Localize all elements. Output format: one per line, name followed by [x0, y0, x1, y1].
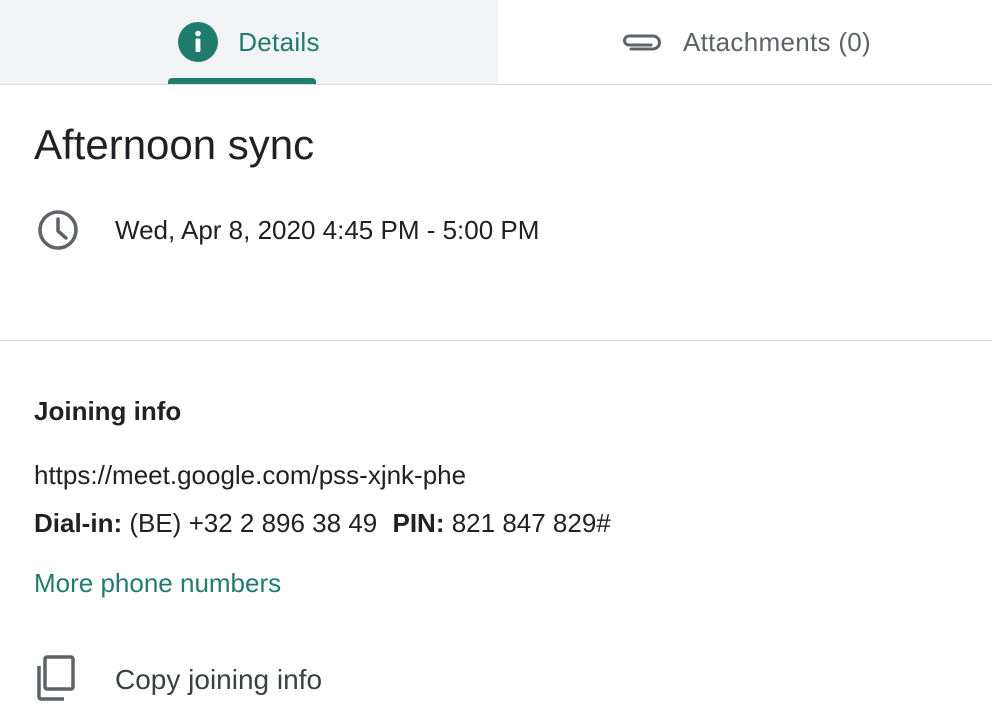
dial-in-number: (BE) +32 2 896 38 49	[129, 508, 378, 538]
tab-attachments-label: Attachments (0)	[682, 26, 871, 57]
event-time-row: Wed, Apr 8, 2020 4:45 PM - 5:00 PM	[36, 208, 539, 252]
copy-icon	[36, 654, 76, 707]
pin-value: 821 847 829#	[451, 508, 611, 538]
tab-details-label: Details	[238, 26, 320, 57]
meeting-url[interactable]: https://meet.google.com/pss-xjnk-phe	[34, 460, 466, 491]
dial-in-row: Dial-in: (BE) +32 2 896 38 49 PIN: 821 8…	[34, 508, 611, 539]
clock-icon	[36, 208, 80, 252]
joining-info-heading: Joining info	[34, 396, 182, 426]
event-title: Afternoon sync	[34, 121, 315, 168]
copy-joining-info-button[interactable]: Copy joining info	[36, 654, 322, 707]
tab-attachments[interactable]: Attachments (0)	[498, 0, 992, 84]
more-phone-numbers-link[interactable]: More phone numbers	[34, 568, 281, 599]
tab-bar: Details Attachments (0)	[0, 0, 992, 85]
event-datetime: Wed, Apr 8, 2020 4:45 PM - 5:00 PM	[115, 214, 540, 245]
tab-selected-indicator	[168, 78, 316, 84]
copy-joining-info-label: Copy joining info	[115, 664, 323, 695]
dial-in-label: Dial-in:	[34, 508, 123, 538]
paperclip-icon	[619, 30, 663, 54]
info-icon	[178, 22, 219, 62]
section-divider	[0, 340, 992, 341]
pin-label: PIN:	[392, 508, 445, 538]
tab-details[interactable]: Details	[0, 0, 498, 84]
